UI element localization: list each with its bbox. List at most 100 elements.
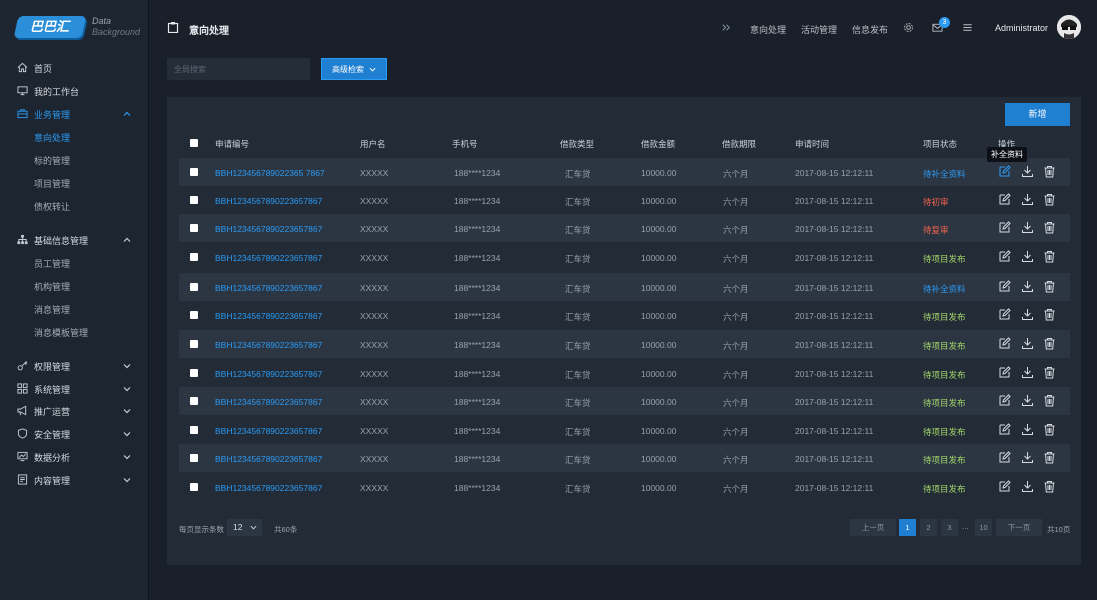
sidebar-item-promotion[interactable]: 推广运营 bbox=[0, 401, 149, 421]
sidebar-item-messages[interactable]: 消息管理 bbox=[0, 299, 149, 319]
table-row[interactable]: BBH1234567890223657867 XXXXX 188****1234 汇车… bbox=[179, 387, 1070, 415]
download-icon[interactable] bbox=[1021, 337, 1034, 350]
trash-icon[interactable] bbox=[1043, 394, 1056, 407]
sidebar-item-staff[interactable]: 员工管理 bbox=[0, 253, 149, 273]
download-icon[interactable] bbox=[1021, 423, 1034, 436]
edit-icon[interactable] bbox=[998, 480, 1011, 493]
avatar[interactable] bbox=[1057, 15, 1081, 39]
table-row[interactable]: BBH123456789022365 7867 XXXXX 188****1234 汇… bbox=[179, 158, 1070, 186]
sidebar-item-org[interactable]: 机构管理 bbox=[0, 276, 149, 296]
sidebar-item-debt[interactable]: 债权转让 bbox=[0, 196, 149, 216]
application-id-link[interactable]: BBH1234567890223657867 bbox=[215, 224, 322, 234]
table-row[interactable]: BBH1234567890223657867 XXXXX 188****1234 汇车… bbox=[179, 301, 1070, 329]
top-link-intent[interactable]: 意向处理 bbox=[750, 23, 786, 36]
application-id-link[interactable]: BBH1234567890223657867 bbox=[215, 283, 322, 293]
trash-icon[interactable] bbox=[1043, 308, 1056, 321]
edit-icon[interactable] bbox=[998, 308, 1011, 321]
col-header-term[interactable]: 借款期限 bbox=[722, 138, 756, 150]
edit-icon[interactable] bbox=[998, 423, 1011, 436]
row-checkbox[interactable] bbox=[190, 454, 198, 462]
table-row[interactable]: BBH1234567890223657867 XXXXX 188****1234 汇车… bbox=[179, 330, 1070, 358]
table-row[interactable]: BBH1234567890223657867 XXXXX 188****1234 汇车… bbox=[179, 273, 1070, 301]
download-icon[interactable] bbox=[1021, 366, 1034, 379]
application-id-link[interactable]: BBH1234567890223657867 bbox=[215, 454, 322, 464]
sidebar-item-analytics[interactable]: 数据分析 bbox=[0, 447, 149, 467]
menu-icon[interactable] bbox=[962, 22, 973, 33]
row-checkbox[interactable] bbox=[190, 224, 198, 232]
page-button-3[interactable]: 3 bbox=[941, 519, 958, 536]
edit-icon[interactable] bbox=[998, 366, 1011, 379]
trash-icon[interactable] bbox=[1043, 337, 1056, 350]
table-row[interactable]: BBH1234567890223657867 XXXXX 188****1234 汇车… bbox=[179, 243, 1070, 271]
edit-icon[interactable] bbox=[998, 337, 1011, 350]
trash-icon[interactable] bbox=[1043, 250, 1056, 263]
sidebar-item-security[interactable]: 安全管理 bbox=[0, 424, 149, 444]
application-id-link[interactable]: BBH123456789022365 7867 bbox=[215, 168, 325, 178]
page-button-10[interactable]: 10 bbox=[975, 519, 992, 536]
download-icon[interactable] bbox=[1021, 193, 1034, 206]
top-link-activity[interactable]: 活动管理 bbox=[801, 23, 837, 36]
page-button-1[interactable]: 1 bbox=[899, 519, 916, 536]
application-id-link[interactable]: BBH1234567890223657867 bbox=[215, 340, 322, 350]
application-id-link[interactable]: BBH1234567890223657867 bbox=[215, 253, 322, 263]
application-id-link[interactable]: BBH1234567890223657867 bbox=[215, 397, 322, 407]
sidebar-item-project[interactable]: 项目管理 bbox=[0, 173, 149, 193]
row-checkbox[interactable] bbox=[190, 311, 198, 319]
download-icon[interactable] bbox=[1021, 280, 1034, 293]
page-size-select[interactable]: 12 bbox=[227, 519, 262, 536]
table-row[interactable]: BBH1234567890223657867 XXXXX 188****1234 汇车… bbox=[179, 444, 1070, 472]
row-checkbox[interactable] bbox=[190, 483, 198, 491]
add-button[interactable]: 新增 bbox=[1005, 103, 1070, 126]
row-checkbox[interactable] bbox=[190, 340, 198, 348]
trash-icon[interactable] bbox=[1043, 423, 1056, 436]
edit-icon[interactable] bbox=[998, 250, 1011, 263]
logo[interactable]: 巴巴汇 Data Background bbox=[13, 14, 140, 44]
trash-icon[interactable] bbox=[1043, 221, 1056, 234]
download-icon[interactable] bbox=[1021, 394, 1034, 407]
search-input[interactable] bbox=[167, 58, 310, 80]
sidebar-item-content[interactable]: 内容管理 bbox=[0, 470, 149, 490]
row-checkbox[interactable] bbox=[190, 283, 198, 291]
col-header-phone[interactable]: 手机号 bbox=[452, 138, 478, 150]
download-icon[interactable] bbox=[1021, 221, 1034, 234]
edit-icon[interactable] bbox=[998, 394, 1011, 407]
download-icon[interactable] bbox=[1021, 165, 1034, 178]
sidebar-item-workbench[interactable]: 我的工作台 bbox=[0, 81, 149, 101]
row-checkbox[interactable] bbox=[190, 196, 198, 204]
sidebar-item-business[interactable]: 业务管理 bbox=[0, 104, 149, 124]
download-icon[interactable] bbox=[1021, 250, 1034, 263]
sidebar-item-permissions[interactable]: 权限管理 bbox=[0, 356, 149, 376]
trash-icon[interactable] bbox=[1043, 480, 1056, 493]
table-row[interactable]: BBH1234567890223657867 XXXXX 188****1234 汇车… bbox=[179, 359, 1070, 387]
table-row[interactable]: BBH1234567890223657867 XXXXX 188****1234 汇车… bbox=[179, 473, 1070, 501]
trash-icon[interactable] bbox=[1043, 366, 1056, 379]
application-id-link[interactable]: BBH1234567890223657867 bbox=[215, 483, 322, 493]
select-all-checkbox[interactable] bbox=[190, 139, 198, 147]
sidebar-item-msg-templates[interactable]: 消息模板管理 bbox=[0, 322, 149, 342]
col-header-status[interactable]: 项目状态 bbox=[923, 138, 957, 150]
col-header-id[interactable]: 申请编号 bbox=[215, 138, 249, 150]
application-id-link[interactable]: BBH1234567890223657867 bbox=[215, 196, 322, 206]
table-row[interactable]: BBH1234567890223657867 XXXXX 188****1234 汇车… bbox=[179, 416, 1070, 444]
advanced-search-button[interactable]: 高级检索 bbox=[321, 58, 387, 80]
top-link-publish[interactable]: 信息发布 bbox=[852, 23, 888, 36]
application-id-link[interactable]: BBH1234567890223657867 bbox=[215, 426, 322, 436]
sidebar-item-system[interactable]: 系统管理 bbox=[0, 379, 149, 399]
trash-icon[interactable] bbox=[1043, 193, 1056, 206]
application-id-link[interactable]: BBH1234567890223657867 bbox=[215, 369, 322, 379]
edit-icon[interactable] bbox=[998, 165, 1011, 178]
edit-icon[interactable] bbox=[998, 280, 1011, 293]
row-checkbox[interactable] bbox=[190, 253, 198, 261]
download-icon[interactable] bbox=[1021, 480, 1034, 493]
row-checkbox[interactable] bbox=[190, 168, 198, 176]
double-chevron-right-icon[interactable] bbox=[721, 22, 732, 33]
prev-page-button[interactable]: 上一页 bbox=[850, 519, 896, 536]
application-id-link[interactable]: BBH1234567890223657867 bbox=[215, 311, 322, 321]
row-checkbox[interactable] bbox=[190, 397, 198, 405]
col-header-amount[interactable]: 借款金额 bbox=[641, 138, 675, 150]
user-name[interactable]: Administrator bbox=[995, 23, 1048, 33]
sidebar-item-basic-info[interactable]: 基础信息管理 bbox=[0, 230, 149, 250]
col-header-time[interactable]: 申请时间 bbox=[795, 138, 829, 150]
edit-icon[interactable] bbox=[998, 193, 1011, 206]
sidebar-item-home[interactable]: 首页 bbox=[0, 58, 149, 78]
